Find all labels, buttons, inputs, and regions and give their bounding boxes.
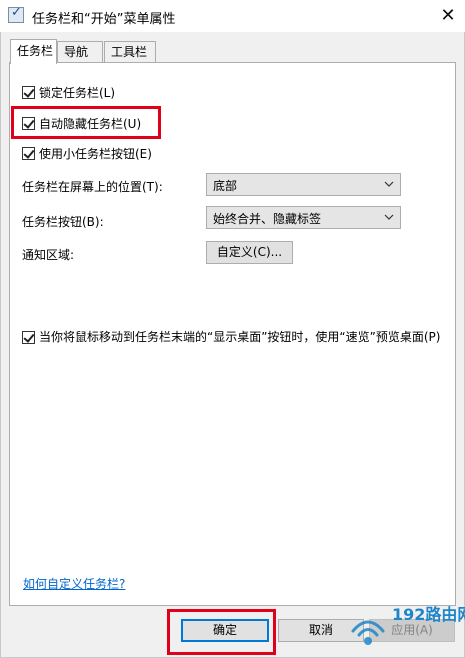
position-label: 任务栏在屏幕上的位置(T): [22,180,163,194]
auto-hide-checkbox[interactable] [22,117,35,130]
chevron-down-icon [384,181,394,187]
taskbar-buttons-label: 任务栏按钮(B): [22,215,104,229]
close-button[interactable]: ✕ [431,0,465,32]
chevron-down-icon [384,214,394,220]
customize-taskbar-help-link[interactable]: 如何自定义任务栏? [23,575,125,592]
taskbar-buttons-value: 始终合并、隐藏标签 [213,212,322,226]
customize-notification-button[interactable]: 自定义(C)... [206,241,293,264]
tab-toolbars[interactable]: 工具栏 [104,41,156,62]
tab-navigation[interactable]: 导航 [57,41,103,62]
small-buttons-checkbox[interactable] [22,147,35,160]
close-icon: ✕ [440,5,456,26]
small-buttons-label[interactable]: 使用小任务栏按钮(E) [39,146,152,162]
lock-taskbar-checkbox[interactable] [22,86,35,99]
watermark-brand: 192路由网 [392,605,465,624]
peek-checkbox[interactable] [22,331,35,344]
peek-label[interactable]: 当你将鼠标移动到任务栏末端的“显示桌面”按钮时，使用“速览”预览桌面(P) [39,329,440,345]
auto-hide-label[interactable]: 自动隐藏任务栏(U) [39,116,141,132]
tab-taskbar[interactable]: 任务栏 [10,39,57,64]
taskbar-properties-icon [8,5,24,23]
taskbar-buttons-dropdown[interactable]: 始终合并、隐藏标签 [206,206,401,229]
position-value: 底部 [213,179,238,193]
notification-area-label: 通知区域: [22,248,75,262]
lock-taskbar-label[interactable]: 锁定任务栏(L) [39,85,115,101]
ok-button[interactable]: 确定 [181,619,269,642]
position-dropdown[interactable]: 底部 [206,173,401,196]
window-title: 任务栏和“开始”菜单属性 [32,12,176,27]
